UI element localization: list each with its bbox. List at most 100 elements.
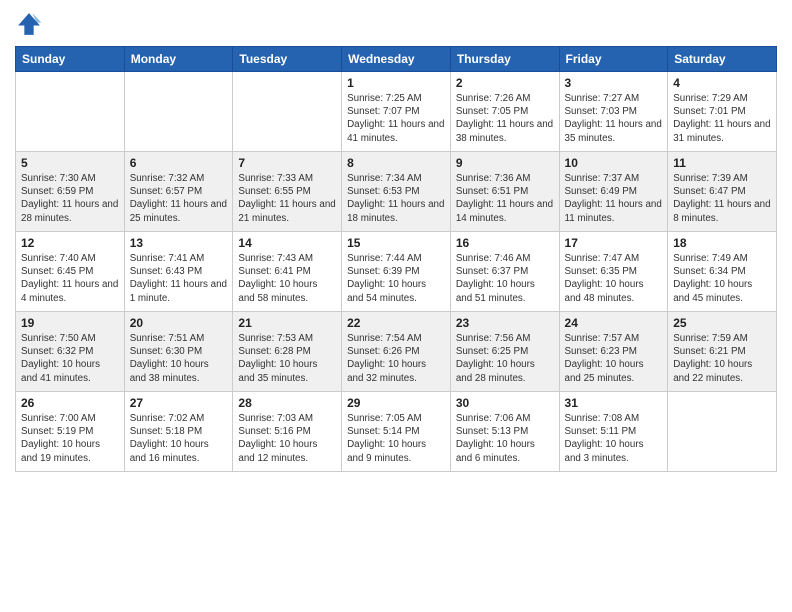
page: SundayMondayTuesdayWednesdayThursdayFrid… (0, 0, 792, 612)
calendar-cell: 10 Sunrise: 7:37 AM Sunset: 6:49 PM Dayli… (559, 152, 668, 232)
calendar-cell: 21 Sunrise: 7:53 AM Sunset: 6:28 PM Dayli… (233, 312, 342, 392)
day-number: 17 (565, 236, 663, 250)
day-info: Sunrise: 7:49 AM Sunset: 6:34 PM Dayligh… (673, 252, 771, 305)
day-number: 14 (238, 236, 336, 250)
day-number: 27 (130, 396, 228, 410)
calendar-cell (668, 392, 777, 472)
weekday-header: Sunday (16, 47, 125, 72)
day-number: 28 (238, 396, 336, 410)
day-number: 8 (347, 156, 445, 170)
day-info: Sunrise: 7:46 AM Sunset: 6:37 PM Dayligh… (456, 252, 554, 305)
calendar-cell: 26 Sunrise: 7:00 AM Sunset: 5:19 PM Dayli… (16, 392, 125, 472)
calendar-cell: 18 Sunrise: 7:49 AM Sunset: 6:34 PM Dayli… (668, 232, 777, 312)
calendar-cell (233, 72, 342, 152)
day-info: Sunrise: 7:39 AM Sunset: 6:47 PM Dayligh… (673, 172, 771, 225)
calendar-table: SundayMondayTuesdayWednesdayThursdayFrid… (15, 46, 777, 472)
calendar-cell: 25 Sunrise: 7:59 AM Sunset: 6:21 PM Dayli… (668, 312, 777, 392)
day-info: Sunrise: 7:30 AM Sunset: 6:59 PM Dayligh… (21, 172, 119, 225)
calendar-week-row: 1Sunrise: 7:25 AM Sunset: 7:07 PM Daylig… (16, 72, 777, 152)
day-info: Sunrise: 7:40 AM Sunset: 6:45 PM Dayligh… (21, 252, 119, 305)
day-number: 23 (456, 316, 554, 330)
day-info: Sunrise: 7:57 AM Sunset: 6:23 PM Dayligh… (565, 332, 663, 385)
calendar-cell: 23 Sunrise: 7:56 AM Sunset: 6:25 PM Dayli… (450, 312, 559, 392)
calendar-cell: 8 Sunrise: 7:34 AM Sunset: 6:53 PM Daylig… (342, 152, 451, 232)
day-number: 31 (565, 396, 663, 410)
day-number: 25 (673, 316, 771, 330)
day-info: Sunrise: 7:37 AM Sunset: 6:49 PM Dayligh… (565, 172, 663, 225)
weekday-header: Saturday (668, 47, 777, 72)
calendar-cell: 2 Sunrise: 7:26 AM Sunset: 7:05 PM Daylig… (450, 72, 559, 152)
day-info: Sunrise: 7:51 AM Sunset: 6:30 PM Dayligh… (130, 332, 228, 385)
weekday-header: Thursday (450, 47, 559, 72)
day-number: 19 (21, 316, 119, 330)
calendar-cell: 1Sunrise: 7:25 AM Sunset: 7:07 PM Daylig… (342, 72, 451, 152)
day-info: Sunrise: 7:50 AM Sunset: 6:32 PM Dayligh… (21, 332, 119, 385)
day-number: 5 (21, 156, 119, 170)
day-number: 29 (347, 396, 445, 410)
day-info: Sunrise: 7:02 AM Sunset: 5:18 PM Dayligh… (130, 412, 228, 465)
calendar-cell (124, 72, 233, 152)
day-info: Sunrise: 7:27 AM Sunset: 7:03 PM Dayligh… (565, 92, 663, 145)
day-info: Sunrise: 7:47 AM Sunset: 6:35 PM Dayligh… (565, 252, 663, 305)
day-info: Sunrise: 7:43 AM Sunset: 6:41 PM Dayligh… (238, 252, 336, 305)
day-info: Sunrise: 7:59 AM Sunset: 6:21 PM Dayligh… (673, 332, 771, 385)
calendar-cell: 14 Sunrise: 7:43 AM Sunset: 6:41 PM Dayli… (233, 232, 342, 312)
day-number: 24 (565, 316, 663, 330)
calendar-week-row: 12 Sunrise: 7:40 AM Sunset: 6:45 PM Dayli… (16, 232, 777, 312)
day-info: Sunrise: 7:32 AM Sunset: 6:57 PM Dayligh… (130, 172, 228, 225)
calendar-cell: 4 Sunrise: 7:29 AM Sunset: 7:01 PM Daylig… (668, 72, 777, 152)
day-number: 15 (347, 236, 445, 250)
calendar-cell: 28 Sunrise: 7:03 AM Sunset: 5:16 PM Dayli… (233, 392, 342, 472)
calendar-cell: 3Sunrise: 7:27 AM Sunset: 7:03 PM Daylig… (559, 72, 668, 152)
day-number: 11 (673, 156, 771, 170)
day-number: 2 (456, 76, 554, 90)
day-info: Sunrise: 7:26 AM Sunset: 7:05 PM Dayligh… (456, 92, 554, 145)
calendar-cell: 7Sunrise: 7:33 AM Sunset: 6:55 PM Daylig… (233, 152, 342, 232)
calendar-cell: 31Sunrise: 7:08 AM Sunset: 5:11 PM Dayli… (559, 392, 668, 472)
calendar-cell: 30Sunrise: 7:06 AM Sunset: 5:13 PM Dayli… (450, 392, 559, 472)
day-info: Sunrise: 7:25 AM Sunset: 7:07 PM Dayligh… (347, 92, 445, 145)
logo-icon (15, 10, 43, 38)
day-number: 9 (456, 156, 554, 170)
day-number: 13 (130, 236, 228, 250)
calendar-cell: 20Sunrise: 7:51 AM Sunset: 6:30 PM Dayli… (124, 312, 233, 392)
weekday-header: Wednesday (342, 47, 451, 72)
weekday-header: Tuesday (233, 47, 342, 72)
day-number: 22 (347, 316, 445, 330)
logo (15, 10, 47, 38)
calendar-cell: 19 Sunrise: 7:50 AM Sunset: 6:32 PM Dayli… (16, 312, 125, 392)
calendar-cell: 12 Sunrise: 7:40 AM Sunset: 6:45 PM Dayli… (16, 232, 125, 312)
calendar-header-row: SundayMondayTuesdayWednesdayThursdayFrid… (16, 47, 777, 72)
day-number: 16 (456, 236, 554, 250)
day-info: Sunrise: 7:53 AM Sunset: 6:28 PM Dayligh… (238, 332, 336, 385)
day-info: Sunrise: 7:00 AM Sunset: 5:19 PM Dayligh… (21, 412, 119, 465)
day-info: Sunrise: 7:41 AM Sunset: 6:43 PM Dayligh… (130, 252, 228, 305)
calendar-cell: 13 Sunrise: 7:41 AM Sunset: 6:43 PM Dayli… (124, 232, 233, 312)
calendar-cell: 15 Sunrise: 7:44 AM Sunset: 6:39 PM Dayli… (342, 232, 451, 312)
calendar-cell: 11 Sunrise: 7:39 AM Sunset: 6:47 PM Dayli… (668, 152, 777, 232)
header (15, 10, 777, 38)
day-number: 12 (21, 236, 119, 250)
day-info: Sunrise: 7:03 AM Sunset: 5:16 PM Dayligh… (238, 412, 336, 465)
calendar-cell: 29 Sunrise: 7:05 AM Sunset: 5:14 PM Dayli… (342, 392, 451, 472)
day-info: Sunrise: 7:33 AM Sunset: 6:55 PM Dayligh… (238, 172, 336, 225)
day-info: Sunrise: 7:05 AM Sunset: 5:14 PM Dayligh… (347, 412, 445, 465)
day-number: 18 (673, 236, 771, 250)
calendar-cell: 6Sunrise: 7:32 AM Sunset: 6:57 PM Daylig… (124, 152, 233, 232)
day-number: 4 (673, 76, 771, 90)
day-info: Sunrise: 7:36 AM Sunset: 6:51 PM Dayligh… (456, 172, 554, 225)
calendar-cell: 27 Sunrise: 7:02 AM Sunset: 5:18 PM Dayli… (124, 392, 233, 472)
calendar-week-row: 19 Sunrise: 7:50 AM Sunset: 6:32 PM Dayli… (16, 312, 777, 392)
day-number: 21 (238, 316, 336, 330)
calendar-week-row: 26 Sunrise: 7:00 AM Sunset: 5:19 PM Dayli… (16, 392, 777, 472)
calendar-cell: 24 Sunrise: 7:57 AM Sunset: 6:23 PM Dayli… (559, 312, 668, 392)
day-info: Sunrise: 7:54 AM Sunset: 6:26 PM Dayligh… (347, 332, 445, 385)
day-info: Sunrise: 7:44 AM Sunset: 6:39 PM Dayligh… (347, 252, 445, 305)
day-number: 26 (21, 396, 119, 410)
day-info: Sunrise: 7:29 AM Sunset: 7:01 PM Dayligh… (673, 92, 771, 145)
calendar-week-row: 5 Sunrise: 7:30 AM Sunset: 6:59 PM Daylig… (16, 152, 777, 232)
calendar-cell: 5 Sunrise: 7:30 AM Sunset: 6:59 PM Daylig… (16, 152, 125, 232)
day-info: Sunrise: 7:56 AM Sunset: 6:25 PM Dayligh… (456, 332, 554, 385)
day-info: Sunrise: 7:34 AM Sunset: 6:53 PM Dayligh… (347, 172, 445, 225)
day-number: 10 (565, 156, 663, 170)
